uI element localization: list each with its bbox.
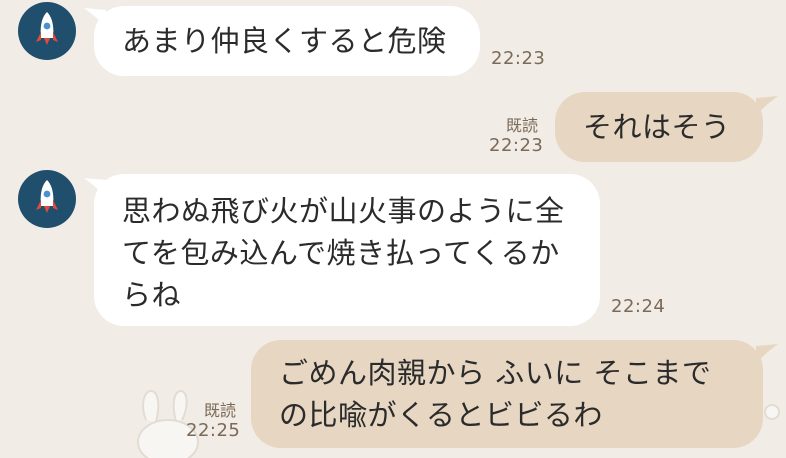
message-time: 22:23 <box>491 48 546 69</box>
bubble-tail <box>756 344 778 364</box>
bubble-tail <box>756 96 778 116</box>
message-bubble-incoming[interactable]: 思わぬ飛び火が山火事のように全 てを包み込んで焼き払ってくるか らね <box>94 174 600 326</box>
bunny-doodle-icon <box>137 390 199 458</box>
message-text-line: の比喩がくるとビビるわ <box>279 398 603 432</box>
read-receipt: 既読 <box>204 401 237 420</box>
read-receipt: 既読 <box>506 116 539 135</box>
message-bubble-outgoing[interactable]: それはそう <box>555 92 763 162</box>
message-text-line: てを包み込んで焼き払ってくるか <box>122 236 560 270</box>
message-time: 22:23 <box>489 135 544 156</box>
sender-avatar[interactable] <box>18 2 76 60</box>
message-bubble-incoming[interactable]: あまり仲良くすると危険 <box>94 6 480 76</box>
message-text-line: ごめん肉親から ふいに そこまで <box>279 356 712 390</box>
rocket-icon <box>36 180 58 213</box>
message-text: あまり仲良くすると危険 <box>122 24 447 58</box>
message-bubble-outgoing[interactable]: ごめん肉親から ふいに そこまで の比喩がくるとビビるわ <box>251 340 763 448</box>
sparkle-icon <box>764 404 780 420</box>
message-text-line: 思わぬ飛び火が山火事のように全 <box>122 194 565 228</box>
message-text: それはそう <box>583 110 731 144</box>
sender-avatar[interactable] <box>18 170 76 228</box>
message-text-line: らね <box>122 278 182 312</box>
message-time: 22:24 <box>611 296 666 317</box>
rocket-icon <box>36 12 58 45</box>
message-time: 22:25 <box>186 420 241 441</box>
